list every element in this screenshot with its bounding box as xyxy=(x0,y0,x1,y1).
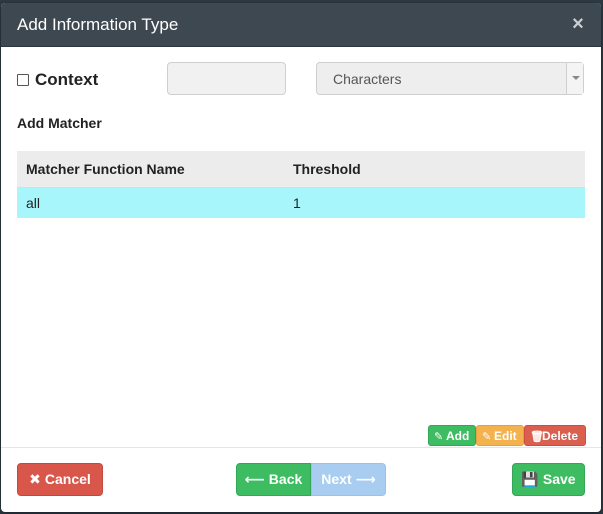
cell-matcher-name: all xyxy=(26,195,41,211)
add-matcher-button[interactable]: ✎ Add xyxy=(428,425,476,446)
save-button[interactable]: 💾 Save xyxy=(512,463,585,496)
table-header: Matcher Function Name Threshold xyxy=(17,151,585,188)
cell-threshold: 1 xyxy=(293,195,301,211)
context-text-input[interactable] xyxy=(167,62,286,95)
cancel-button[interactable]: ✖ Cancel xyxy=(17,463,103,496)
column-header-matcher-function-name: Matcher Function Name xyxy=(26,161,185,177)
select-dropdown-toggle[interactable] xyxy=(566,63,583,94)
floppy-disk-icon: 💾 xyxy=(521,471,539,487)
save-label: Save xyxy=(542,471,576,487)
footer-divider xyxy=(1,447,601,448)
add-information-type-modal: Add Information Type × Context Character… xyxy=(1,3,601,512)
add-label: Add xyxy=(446,429,470,443)
next-label: Next xyxy=(321,471,352,487)
matcher-table: Matcher Function Name Threshold all 1 xyxy=(17,151,585,218)
edit-label: Edit xyxy=(494,429,517,443)
pencil-icon: ✎ xyxy=(434,431,444,443)
caret-down-icon xyxy=(572,76,580,80)
matcher-actions: ✎ Add ✎ Edit 🗑Delete xyxy=(428,425,586,446)
context-label: Context xyxy=(35,70,99,89)
add-matcher-title: Add Matcher xyxy=(17,115,102,131)
modal-title: Add Information Type xyxy=(17,15,179,34)
context-checkbox[interactable] xyxy=(17,74,29,86)
column-header-threshold: Threshold xyxy=(293,161,361,177)
arrow-right-icon: ⟶ xyxy=(355,471,376,487)
next-button[interactable]: Next ⟶ xyxy=(311,463,386,496)
times-icon: ✖ xyxy=(29,471,41,487)
trash-icon: 🗑 xyxy=(530,431,544,443)
close-icon[interactable]: × xyxy=(569,13,587,35)
cancel-label: Cancel xyxy=(44,471,91,487)
table-row[interactable]: all 1 xyxy=(17,188,585,218)
back-button[interactable]: ⟵ Back xyxy=(236,463,311,496)
edit-matcher-button[interactable]: ✎ Edit xyxy=(476,425,524,446)
arrow-left-icon: ⟵ xyxy=(244,471,265,487)
delete-matcher-button[interactable]: 🗑Delete xyxy=(524,425,586,446)
unit-select[interactable]: Characters xyxy=(316,62,584,95)
pencil-icon: ✎ xyxy=(482,431,492,443)
back-label: Back xyxy=(268,471,303,487)
modal-header: Add Information Type × xyxy=(1,3,601,47)
unit-select-value: Characters xyxy=(333,71,402,87)
delete-label: Delete xyxy=(542,429,579,443)
